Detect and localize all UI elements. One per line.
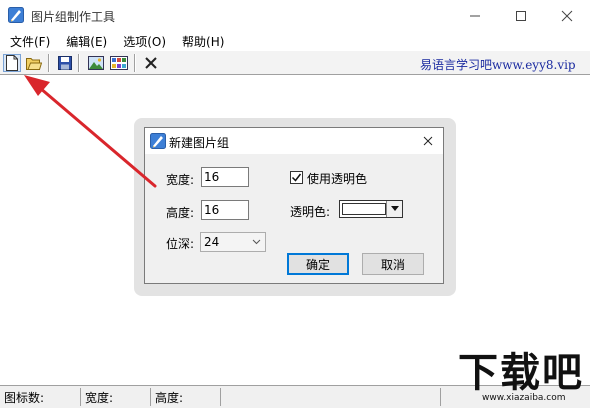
depth-select[interactable]: 24: [200, 232, 266, 252]
use-transparent-checkbox[interactable]: [290, 171, 303, 184]
cancel-button[interactable]: 取消: [362, 253, 424, 275]
maximize-button[interactable]: [498, 0, 544, 31]
save-icon: [58, 56, 72, 70]
toolbar-separator: [48, 54, 50, 72]
status-divider: [220, 388, 221, 406]
watermark-text: 下载吧: [458, 350, 584, 396]
toolbar-separator: [134, 54, 136, 72]
close-button[interactable]: [544, 0, 590, 31]
transparent-color-label: 透明色:: [290, 205, 331, 219]
image-grid-button[interactable]: [110, 54, 128, 72]
delete-icon: [145, 57, 157, 69]
checkmark-icon: [291, 173, 302, 182]
close-icon: [561, 10, 573, 21]
open-file-button[interactable]: [25, 54, 43, 72]
width-input[interactable]: [201, 167, 249, 187]
dropdown-arrow-icon: [390, 206, 399, 211]
minimize-button[interactable]: [452, 0, 498, 31]
app-pencil-icon: [150, 133, 166, 149]
transparent-color-picker[interactable]: [339, 200, 403, 218]
dialog-title-bar: 新建图片组: [145, 128, 443, 154]
toolbar-separator: [78, 54, 80, 72]
new-file-icon: [6, 55, 18, 71]
maximize-icon: [516, 10, 526, 21]
height-input[interactable]: [201, 200, 249, 220]
new-image-group-dialog: 新建图片组 宽度: 高度: 位深: 24 使用透明色 透明色: 确定 取消: [144, 127, 444, 284]
width-label: 宽度:: [166, 173, 195, 187]
use-transparent-label: 使用透明色: [307, 172, 368, 186]
ok-button[interactable]: 确定: [287, 253, 349, 275]
dialog-close-button[interactable]: [417, 131, 439, 151]
chevron-down-icon: [252, 239, 261, 245]
save-button[interactable]: [56, 54, 74, 72]
status-icon-count: 图标数:: [4, 391, 45, 405]
depth-value: 24: [204, 235, 220, 249]
status-width: 宽度:: [85, 391, 114, 405]
menu-options[interactable]: 选项(O): [117, 33, 172, 50]
status-divider: [80, 388, 81, 406]
app-pencil-icon: [8, 7, 24, 23]
height-label: 高度:: [166, 206, 195, 220]
new-file-button[interactable]: [3, 54, 21, 72]
image-button[interactable]: [87, 54, 105, 72]
open-folder-icon: [26, 58, 42, 70]
toolbar: 易语言学习吧www.eyy8.vip: [0, 51, 590, 75]
status-divider: [150, 388, 151, 406]
menu-file[interactable]: 文件(F): [4, 33, 56, 50]
site-link-text: 易语言学习吧www.eyy8.vip: [420, 58, 576, 72]
depth-label: 位深:: [166, 237, 195, 251]
delete-button[interactable]: [142, 54, 160, 72]
color-dropdown-arrow[interactable]: [386, 201, 402, 217]
menu-help[interactable]: 帮助(H): [176, 33, 230, 50]
minimize-icon: [470, 15, 480, 16]
dialog-title: 新建图片组: [169, 136, 230, 150]
image-grid-icon: [110, 56, 128, 70]
watermark-url: www.xiazaiba.com: [482, 393, 566, 403]
color-swatch: [342, 203, 386, 215]
menu-bar: 文件(F) 编辑(E) 选项(O) 帮助(H): [0, 31, 590, 51]
close-icon: [423, 136, 433, 146]
menu-edit[interactable]: 编辑(E): [60, 33, 113, 50]
image-icon: [88, 56, 104, 70]
watermark-logo: 下载吧 www.xiazaiba.com: [454, 350, 588, 406]
status-divider: [440, 388, 441, 406]
window-title: 图片组制作工具: [31, 10, 116, 24]
status-height: 高度:: [155, 391, 184, 405]
title-bar: 图片组制作工具: [0, 0, 590, 31]
